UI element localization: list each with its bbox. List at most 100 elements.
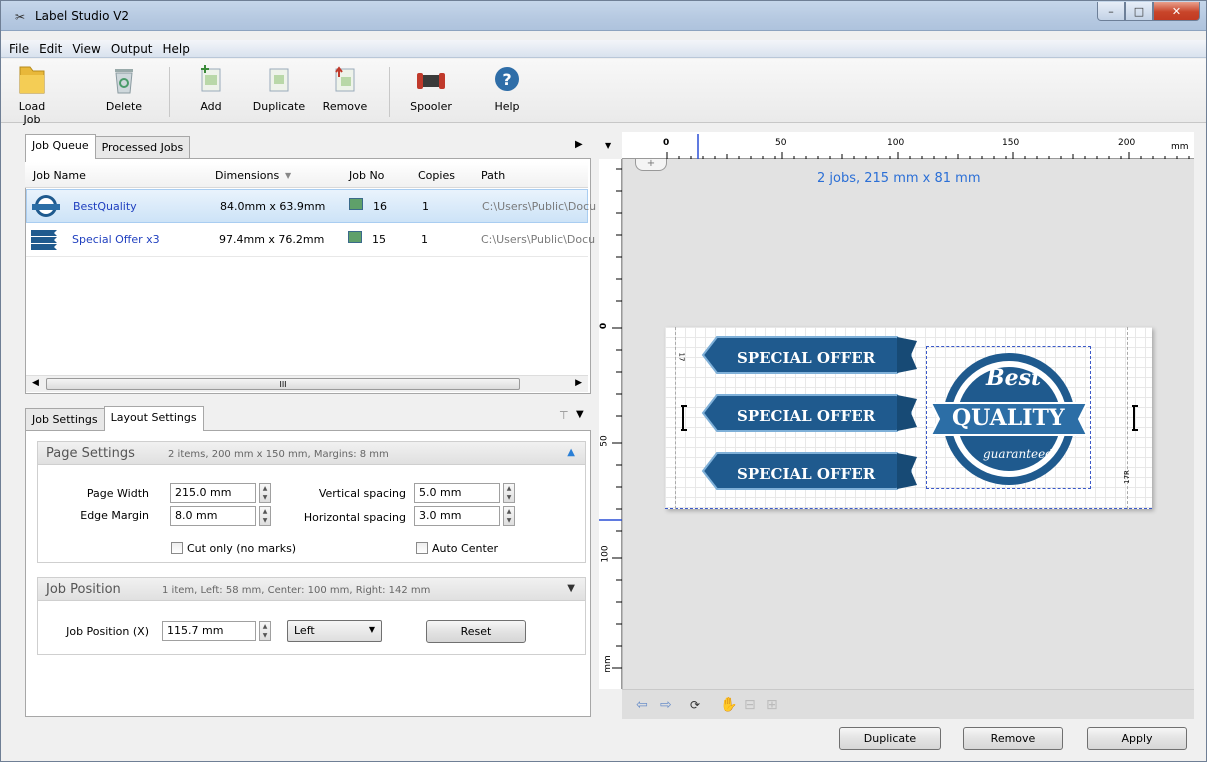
job-position-spinner[interactable]: ▲ ▼	[259, 621, 271, 641]
col-job-no[interactable]: Job No	[349, 169, 384, 182]
duplicate-button[interactable]: Duplicate	[251, 63, 307, 113]
page-settings-header[interactable]: Page Settings 2 items, 200 mm x 150 mm, …	[37, 441, 586, 465]
queue-tabs: Job Queue Processed Jobs	[25, 134, 191, 161]
spooler-label: Spooler	[410, 100, 452, 113]
scroll-thumb[interactable]: III	[46, 378, 520, 390]
help-button[interactable]: ? Help	[487, 63, 527, 113]
spooler-icon	[413, 63, 449, 97]
horizontal-spacing-field[interactable]: 3.0 mm	[414, 506, 500, 526]
tab-job-queue[interactable]: Job Queue	[25, 134, 96, 159]
preview-toolbar: ⇦ ⇨ ⟳ ✋ ⊟ ⊞	[622, 689, 1194, 719]
best-quality-thumbnail-icon	[32, 195, 60, 217]
h-tick-label: 0	[663, 138, 670, 148]
add-label: Add	[200, 100, 222, 113]
page-width-field[interactable]: 215.0 mm	[170, 483, 256, 503]
apply-button[interactable]: Apply	[1087, 727, 1187, 750]
menu-output[interactable]: Output	[111, 42, 153, 56]
tab-layout-settings[interactable]: Layout Settings	[103, 406, 204, 431]
ruler-menu-icon[interactable]: ▼	[605, 141, 611, 150]
job-dimensions: 84.0mm x 63.9mm	[220, 200, 326, 213]
maximize-button[interactable]: □	[1125, 2, 1153, 21]
registration-mark-left	[681, 405, 687, 431]
col-copies[interactable]: Copies	[418, 169, 455, 182]
remove-button[interactable]: Remove	[321, 63, 369, 113]
col-job-name[interactable]: Job Name	[33, 169, 86, 182]
scroll-right-icon[interactable]: ▶	[575, 378, 582, 388]
label-marker-left: 17	[677, 352, 686, 362]
cut-only-checkbox[interactable]	[171, 542, 183, 554]
reset-button[interactable]: Reset	[426, 620, 526, 643]
registration-mark-right	[1132, 405, 1138, 431]
ruler-ticks	[666, 134, 1190, 159]
scroll-grip: III	[279, 380, 287, 389]
menu-bar: File Edit View Output Help	[1, 40, 1206, 58]
expand-icon[interactable]: ▼	[567, 583, 575, 594]
horizontal-scrollbar[interactable]: ◀ III ▶	[26, 375, 588, 392]
auto-center-checkbox[interactable]	[416, 542, 428, 554]
preview-summary: 2 jobs, 215 mm x 81 mm	[817, 171, 981, 186]
job-row[interactable]: Special Offer x3 97.4mm x 76.2mm 15 1 C:…	[26, 223, 595, 257]
v-tick-label: 50	[599, 435, 610, 447]
edge-margin-field[interactable]: 8.0 mm	[170, 506, 256, 526]
collapse-icon[interactable]: ▲	[567, 447, 575, 458]
job-align-value: Left	[294, 624, 315, 637]
load-job-button[interactable]: Load Job	[11, 63, 53, 126]
h-tick-label: 150	[1002, 138, 1020, 148]
delete-button[interactable]: Delete	[101, 63, 147, 113]
folder-icon	[14, 63, 50, 97]
duplicate-label: Duplicate	[252, 100, 306, 113]
page-width-spinner[interactable]: ▲ ▼	[259, 483, 271, 503]
spooler-button[interactable]: Spooler	[407, 63, 455, 113]
arrow-left-icon[interactable]: ⇦	[636, 697, 648, 713]
col-dimensions[interactable]: Dimensions	[215, 169, 279, 182]
arrow-right-icon[interactable]: ⇨	[660, 697, 672, 713]
settings-tabs: Job Settings Layout Settings	[25, 406, 204, 433]
job-position-summary: 1 item, Left: 58 mm, Center: 100 mm, Rig…	[162, 585, 431, 596]
footer-remove-button[interactable]: Remove	[963, 727, 1063, 750]
minimize-button[interactable]: –	[1097, 2, 1125, 21]
panel-expand-arrow-icon[interactable]: ▶	[575, 139, 583, 150]
job-align-dropdown[interactable]: Left ▼	[287, 620, 382, 642]
cut-only-label: Cut only (no marks)	[187, 542, 297, 555]
h-tick-label: 100	[887, 138, 905, 148]
horizontal-spacing-label: Horizontal spacing	[303, 511, 406, 524]
close-button[interactable]: ✕	[1153, 2, 1200, 21]
job-number: 15	[372, 233, 386, 246]
svg-text:?: ?	[502, 70, 511, 89]
menu-edit[interactable]: Edit	[39, 42, 62, 56]
v-ruler-unit: mm	[602, 655, 613, 673]
load-job-label: Load Job	[18, 100, 46, 126]
panel-menu-arrow-icon[interactable]: ▼	[576, 409, 584, 420]
vertical-ruler: 0 50 100 mm	[599, 159, 622, 689]
fit-page-icon[interactable]: ⊞	[766, 697, 778, 713]
recycle-bin-icon	[106, 63, 142, 97]
auto-center-label: Auto Center	[432, 542, 499, 555]
hand-icon[interactable]: ✋	[720, 697, 737, 713]
page-settings-title: Page Settings	[46, 446, 135, 461]
vertical-spacing-spinner[interactable]: ▲ ▼	[503, 483, 515, 503]
app-window: ✂ Label Studio V2 – □ ✕ File Edit View O…	[0, 0, 1207, 762]
menu-help[interactable]: Help	[163, 42, 190, 56]
zoom-tab-icon[interactable]: +	[635, 159, 667, 171]
menu-view[interactable]: View	[72, 42, 100, 56]
vertical-spacing-field[interactable]: 5.0 mm	[414, 483, 500, 503]
job-position-field[interactable]: 115.7 mm	[162, 621, 256, 641]
menu-file[interactable]: File	[9, 42, 29, 56]
rotate-icon[interactable]: ⟳	[690, 698, 700, 712]
col-path[interactable]: Path	[481, 169, 505, 182]
v-tick-label: 100	[600, 545, 611, 563]
margin-guide	[675, 327, 676, 509]
job-position-header[interactable]: Job Position 1 item, Left: 58 mm, Center…	[37, 577, 586, 601]
footer-duplicate-button[interactable]: Duplicate	[839, 727, 941, 750]
job-row[interactable]: BestQuality 84.0mm x 63.9mm 16 1 C:\User…	[26, 189, 596, 223]
filter-icon[interactable]: ⊤	[559, 409, 569, 422]
job-position-label: Job Position (X)	[66, 625, 149, 638]
add-button[interactable]: Add	[191, 63, 231, 113]
horizontal-spacing-spinner[interactable]: ▲ ▼	[503, 506, 515, 526]
scroll-left-icon[interactable]: ◀	[32, 378, 39, 388]
edge-margin-spinner[interactable]: ▲ ▼	[259, 506, 271, 526]
page-settings-summary: 2 items, 200 mm x 150 mm, Margins: 8 mm	[168, 449, 389, 460]
fit-width-icon[interactable]: ⊟	[744, 697, 756, 713]
toolbar-separator	[169, 67, 170, 117]
add-job-icon	[193, 63, 229, 97]
